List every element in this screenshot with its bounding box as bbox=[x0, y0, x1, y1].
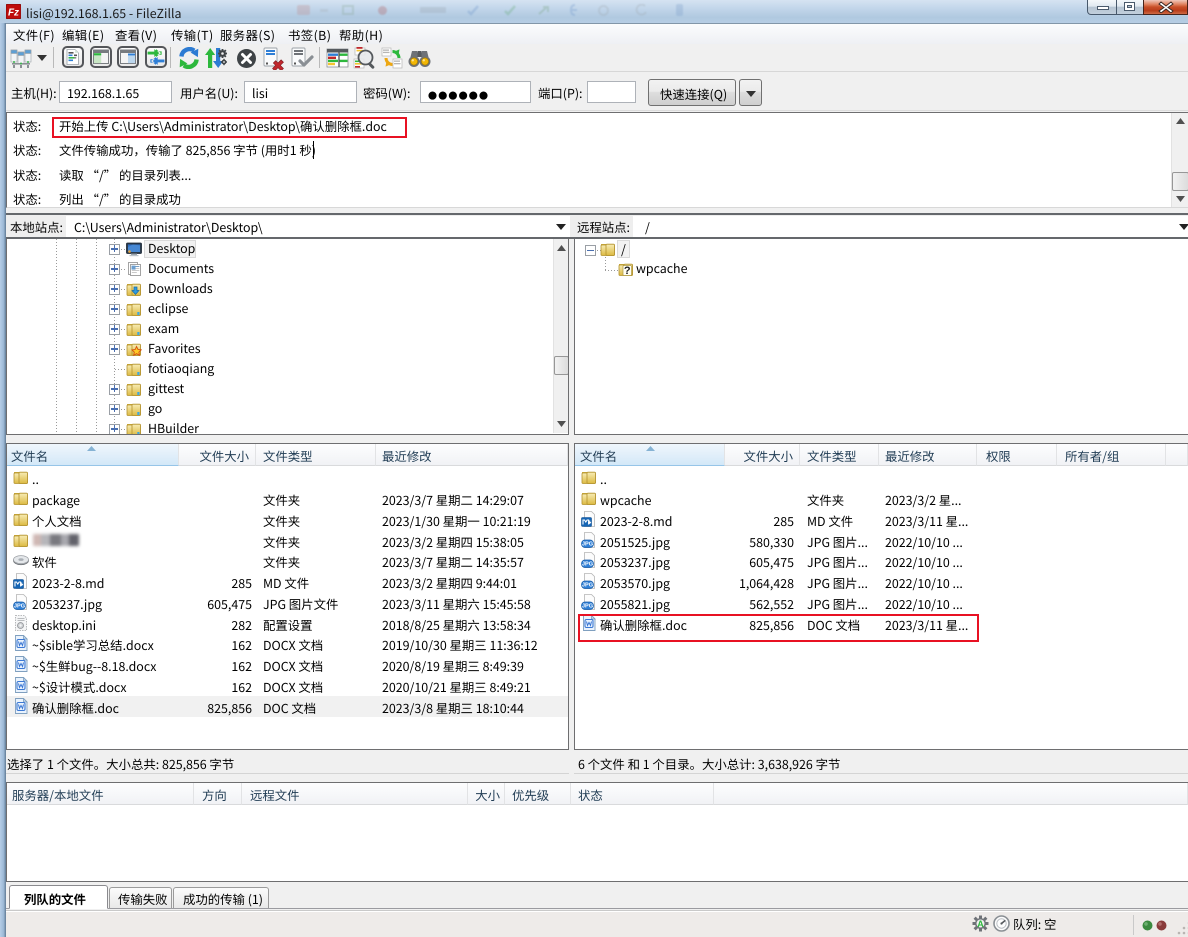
svg-text:A: A bbox=[977, 919, 984, 929]
svg-text:Fz: Fz bbox=[8, 8, 19, 19]
